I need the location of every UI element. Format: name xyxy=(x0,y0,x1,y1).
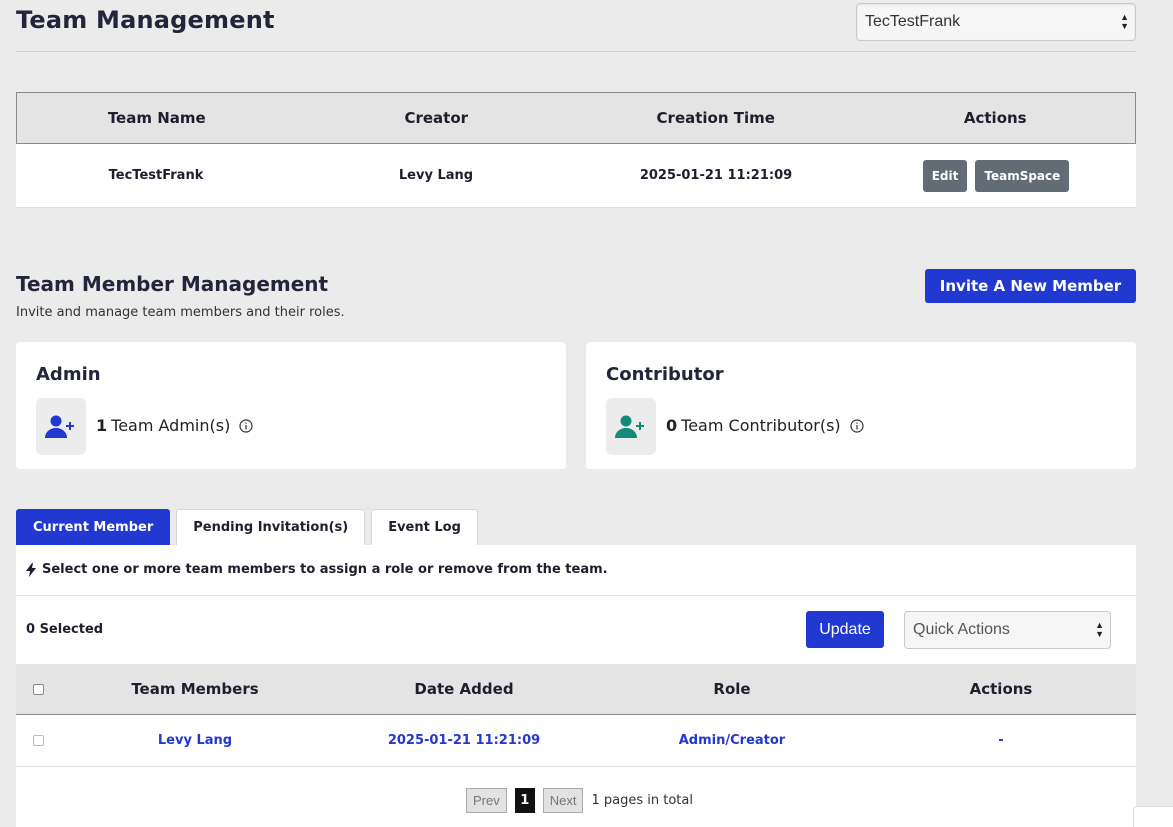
member-management-subtitle: Invite and manage team members and their… xyxy=(16,305,345,320)
team-select[interactable]: TecTestFrank ▲ ▼ xyxy=(856,3,1136,41)
quick-actions-value: Quick Actions xyxy=(913,621,1010,638)
tab-pending-invitations[interactable]: Pending Invitation(s) xyxy=(176,509,366,545)
corner-widget[interactable] xyxy=(1133,806,1173,827)
col-header-creator: Creator xyxy=(404,109,469,127)
next-page-button[interactable]: Next xyxy=(542,788,584,813)
team-name-cell: TecTestFrank xyxy=(108,168,204,183)
page-title: Team Management xyxy=(16,6,275,34)
team-select-value: TecTestFrank xyxy=(865,13,961,30)
contributor-card: Contributor 0 Team Contributor(s) xyxy=(586,342,1136,469)
contributor-count-label: Team Contributor(s) xyxy=(681,416,841,435)
info-icon[interactable] xyxy=(850,418,864,433)
members-panel: Select one or more team members to assig… xyxy=(16,545,1136,827)
member-tabs: Current Member Pending Invitation(s) Eve… xyxy=(16,509,484,545)
pages-total: 1 pages in total xyxy=(591,793,693,808)
member-date-added: 2025-01-21 11:21:09 xyxy=(387,733,541,748)
admin-card: Admin 1 Team Admin(s) xyxy=(16,342,566,469)
creator-cell: Levy Lang xyxy=(398,168,474,183)
admin-count-label: Team Admin(s) xyxy=(111,416,231,435)
edit-button[interactable]: Edit xyxy=(922,159,968,192)
prev-page-button[interactable]: Prev xyxy=(466,788,507,813)
bolt-icon xyxy=(26,562,36,577)
contributor-count: 0 xyxy=(666,416,678,435)
col-header-role: Role xyxy=(713,680,751,698)
invite-member-button[interactable]: Invite A New Member xyxy=(925,269,1136,303)
selection-hint-text: Select one or more team members to assig… xyxy=(42,562,608,577)
tab-current-member[interactable]: Current Member xyxy=(16,509,171,545)
admin-count-line: 1 Team Admin(s) xyxy=(96,416,253,435)
creation-time-cell: 2025-01-21 11:21:09 xyxy=(639,168,793,183)
col-header-creation-time: Creation Time xyxy=(656,109,775,127)
info-icon[interactable] xyxy=(239,418,253,433)
current-page[interactable]: 1 xyxy=(514,788,535,813)
selected-count: 0 Selected xyxy=(26,622,104,637)
admin-card-title: Admin xyxy=(36,364,101,385)
member-actions: - xyxy=(998,733,1004,748)
hint-divider xyxy=(16,595,1136,596)
contributor-count-line: 0 Team Contributor(s) xyxy=(666,416,864,435)
col-header-team-members: Team Members xyxy=(131,680,259,698)
col-header-actions: Actions xyxy=(969,680,1033,698)
col-header-team-name: Team Name xyxy=(107,109,206,127)
teamspace-button[interactable]: TeamSpace xyxy=(975,159,1070,192)
title-divider xyxy=(16,51,1136,52)
admin-count: 1 xyxy=(96,416,108,435)
table-row: Levy Lang 2025-01-21 11:21:09 Admin/Crea… xyxy=(16,715,1136,767)
pagination: Prev 1 Next 1 pages in total xyxy=(466,788,693,813)
contributor-user-plus-icon xyxy=(606,398,656,455)
selection-hint: Select one or more team members to assig… xyxy=(26,562,608,577)
members-table-header: Team Members Date Added Role Actions xyxy=(16,664,1136,715)
row-checkbox[interactable] xyxy=(32,735,44,746)
team-table: Team Name Creator Creation Time Actions … xyxy=(16,92,1136,208)
contributor-card-title: Contributor xyxy=(606,364,724,385)
actions-cell: Edit TeamSpace xyxy=(856,159,1136,192)
update-button[interactable]: Update xyxy=(806,611,884,648)
col-header-date-added: Date Added xyxy=(414,680,514,698)
tab-event-log[interactable]: Event Log xyxy=(371,509,478,545)
team-table-header: Team Name Creator Creation Time Actions xyxy=(16,92,1136,144)
select-arrows-icon: ▲ ▼ xyxy=(1120,12,1129,31)
col-header-actions: Actions xyxy=(963,109,1027,127)
quick-actions-select[interactable]: Quick Actions ▲ ▼ xyxy=(904,611,1111,649)
admin-user-plus-icon xyxy=(36,398,86,455)
member-name-link[interactable]: Levy Lang xyxy=(60,715,330,766)
team-table-row: TecTestFrank Levy Lang 2025-01-21 11:21:… xyxy=(16,144,1136,208)
member-management-title: Team Member Management xyxy=(16,272,329,296)
select-arrows-icon: ▲ ▼ xyxy=(1095,620,1104,639)
select-all-checkbox[interactable] xyxy=(32,683,44,695)
member-role: Admin/Creator xyxy=(678,733,786,748)
